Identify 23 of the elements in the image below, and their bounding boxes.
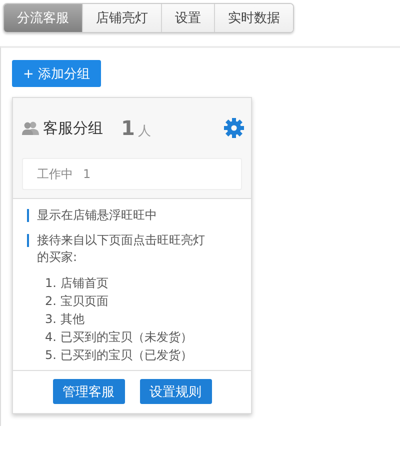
note-text: 显示在店铺悬浮旺旺中 (37, 207, 158, 224)
accent-bar (27, 234, 29, 247)
page-list-item: 2. 宝贝页面 (45, 293, 110, 310)
page-list-item: 1. 店铺首页 (45, 275, 110, 292)
accent-bar (27, 209, 29, 222)
tab[interactable]: 分流客服 (4, 4, 83, 32)
settings-icon[interactable] (224, 118, 244, 138)
group-title: 客服分组 (43, 118, 103, 138)
add-group-button[interactable]: + 添加分组 (12, 60, 102, 87)
tab[interactable]: 店铺亮灯 (83, 4, 162, 32)
member-count: 1 (121, 116, 135, 140)
page-list-item: 5. 已买到的宝贝（已发货） (45, 347, 194, 364)
count-unit: 人 (138, 123, 151, 140)
page-list-item: 4. 已买到的宝贝（未发货） (45, 329, 194, 346)
action-button[interactable]: 设置规则 (140, 379, 212, 404)
action-button[interactable]: 管理客服 (52, 379, 124, 404)
status-value: 1 (83, 167, 91, 181)
status-label: 工作中 (37, 166, 73, 182)
page-list-item: 3. 其他 (45, 311, 86, 328)
tab[interactable]: 实时数据 (215, 4, 293, 32)
people-icon (22, 121, 39, 135)
note-text: 接待来自以下页面点击旺旺亮灯的买家: (37, 232, 206, 266)
tab[interactable]: 设置 (162, 4, 215, 32)
